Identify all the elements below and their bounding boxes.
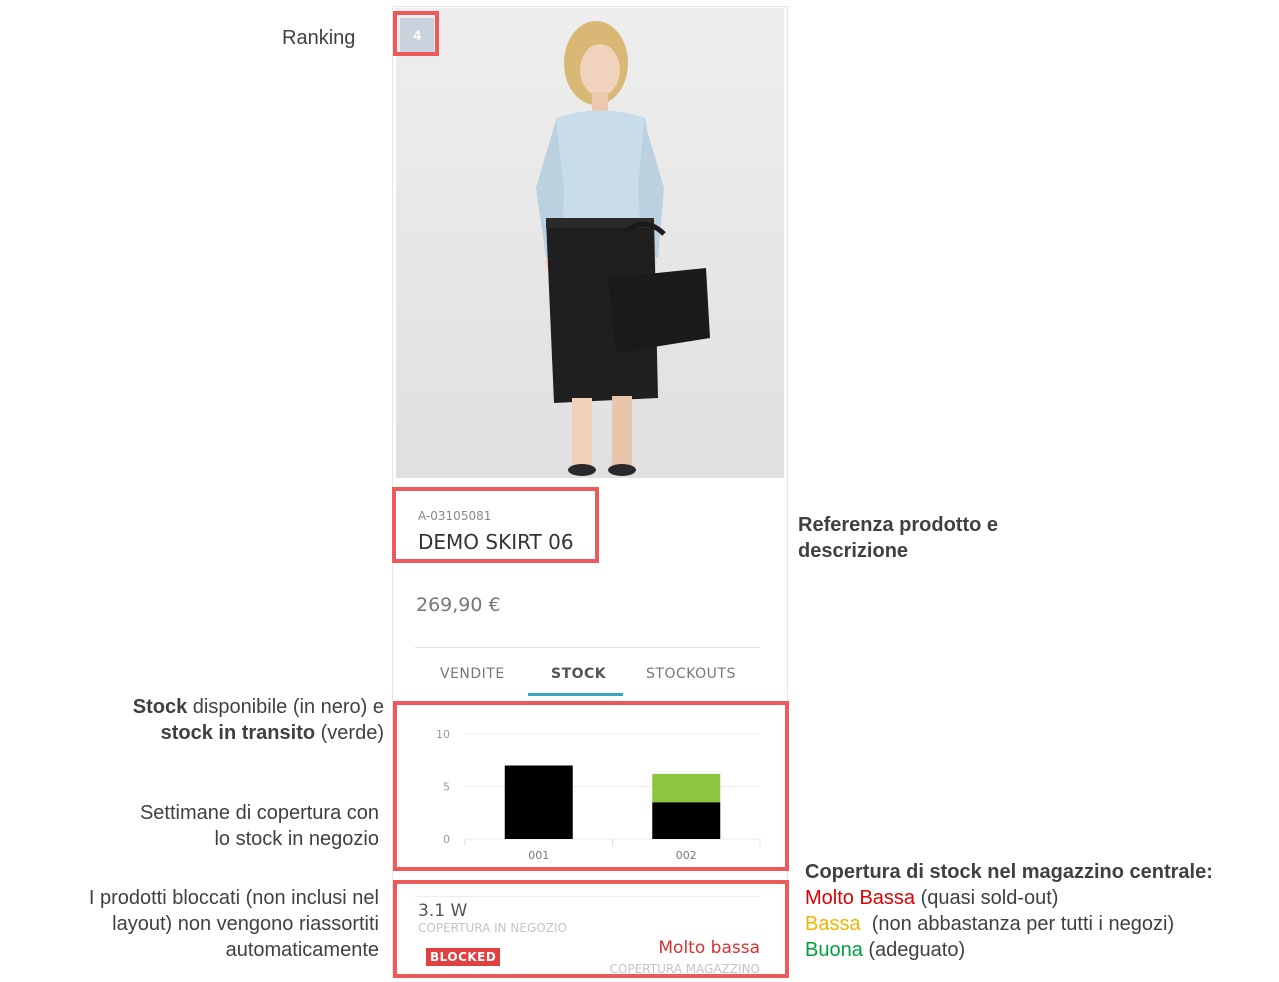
- stock-annotation-text: disponibile (in nero) e: [187, 696, 384, 718]
- product-photo[interactable]: [396, 8, 784, 478]
- blocked-annotation-line3: automaticamente: [225, 939, 379, 961]
- blocked-annotation-line2: layout) non vengono riassortiti: [112, 913, 379, 935]
- warehouse-annotation: Copertura di stock nel magazzino central…: [805, 859, 1213, 963]
- product-ref-annotation: Referenza prodotto e descrizione: [798, 512, 998, 564]
- transit-annotation-bold: stock in transito: [160, 722, 316, 744]
- coverage-highlight: [393, 880, 789, 978]
- legend-low-label: Bassa: [805, 913, 861, 935]
- legend-low: Bassa (non abbastanza per tutti i negozi…: [805, 911, 1213, 937]
- warehouse-annotation-title: Copertura di stock nel magazzino central…: [805, 861, 1213, 883]
- coverage-annotation-line2: lo stock in negozio: [214, 828, 379, 850]
- product-ref-highlight: [392, 487, 599, 563]
- stock-annotation: Stock disponibile (in nero) e stock in t…: [20, 694, 384, 746]
- ranking-annotation: Ranking: [282, 27, 356, 49]
- blocked-annotation-line1: I prodotti bloccati (non inclusi nel: [88, 887, 379, 909]
- transit-annotation-text: (verde): [315, 722, 384, 744]
- legend-very-low: Molto Bassa (quasi sold-out): [805, 885, 1213, 911]
- stock-annotation-bold: Stock: [132, 696, 188, 718]
- rank-highlight: [393, 11, 439, 56]
- blocked-annotation: I prodotti bloccati (non inclusi nel lay…: [0, 885, 379, 963]
- product-photo-illustration: [396, 8, 784, 478]
- legend-very-low-note: (quasi sold-out): [915, 887, 1059, 909]
- tab-vendite[interactable]: VENDITE: [440, 666, 505, 682]
- divider: [415, 647, 760, 648]
- legend-very-low-label: Molto Bassa: [805, 887, 916, 909]
- product-ref-annotation-line1: Referenza prodotto e: [798, 514, 999, 536]
- coverage-annotation: Settimane di copertura con lo stock in n…: [20, 800, 379, 852]
- legend-good-note: (adeguato): [862, 939, 966, 961]
- legend-good-label: Buona: [805, 939, 863, 961]
- coverage-annotation-line1: Settimane di copertura con: [139, 802, 379, 824]
- product-price: 269,90 €: [416, 594, 501, 616]
- tab-stock-underline: [528, 693, 623, 696]
- legend-low-note: (non abbastanza per tutti i negozi): [860, 913, 1175, 935]
- product-ref-annotation-line2: descrizione: [798, 540, 909, 562]
- tab-stock[interactable]: STOCK: [551, 666, 606, 682]
- tab-stockouts[interactable]: STOCKOUTS: [646, 666, 736, 682]
- stock-chart-highlight: [393, 701, 789, 871]
- legend-good: Buona (adeguato): [805, 937, 1213, 963]
